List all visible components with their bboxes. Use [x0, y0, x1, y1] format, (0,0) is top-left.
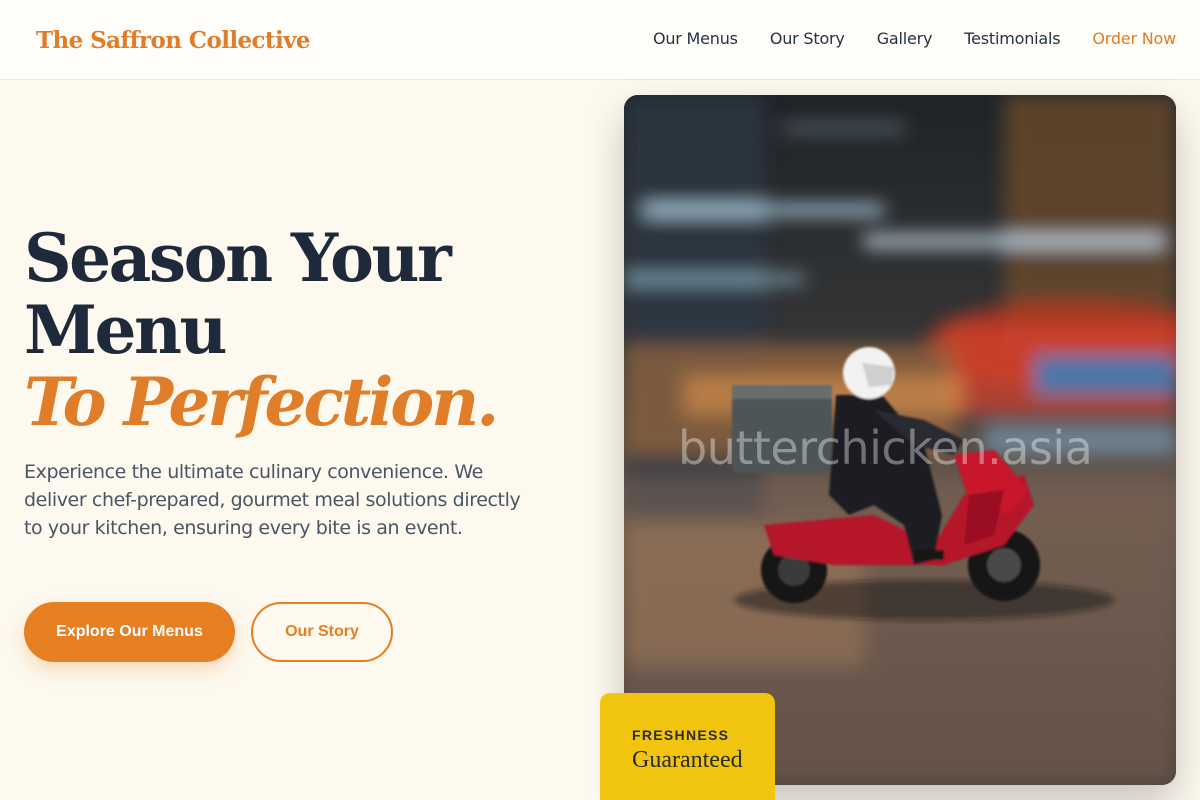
brand-logo[interactable]: The Saffron Collective: [26, 18, 320, 62]
hero-title-line-1: Season Your: [24, 219, 452, 297]
our-story-button[interactable]: Our Story: [251, 602, 393, 662]
hero-title-highlight: To Perfection.: [24, 363, 499, 441]
hero-delivery-photo: butterchicken.asia: [624, 95, 1176, 785]
nav-link-gallery[interactable]: Gallery: [877, 28, 933, 50]
hero-title: Season Your Menu To Perfection.: [24, 222, 584, 438]
watermark-text: butterchicken.asia: [678, 421, 1093, 475]
main-nav: Our Menus Our Story Gallery Testimonials…: [653, 28, 1176, 50]
nav-link-testimonials[interactable]: Testimonials: [964, 28, 1060, 50]
nav-link-order-now[interactable]: Order Now: [1092, 28, 1176, 50]
top-navigation-bar: The Saffron Collective Our Menus Our Sto…: [0, 0, 1200, 80]
nav-link-our-menus[interactable]: Our Menus: [653, 28, 738, 50]
freshness-badge: FRESHNESS Guaranteed: [600, 693, 775, 800]
explore-menus-button[interactable]: Explore Our Menus: [24, 602, 235, 662]
badge-kicker: FRESHNESS: [632, 727, 730, 743]
hero-description: Experience the ultimate culinary conveni…: [24, 461, 521, 539]
hero-title-line-2: Menu: [24, 291, 228, 369]
nav-link-our-story[interactable]: Our Story: [770, 28, 845, 50]
badge-value: Guaranteed: [632, 747, 743, 773]
